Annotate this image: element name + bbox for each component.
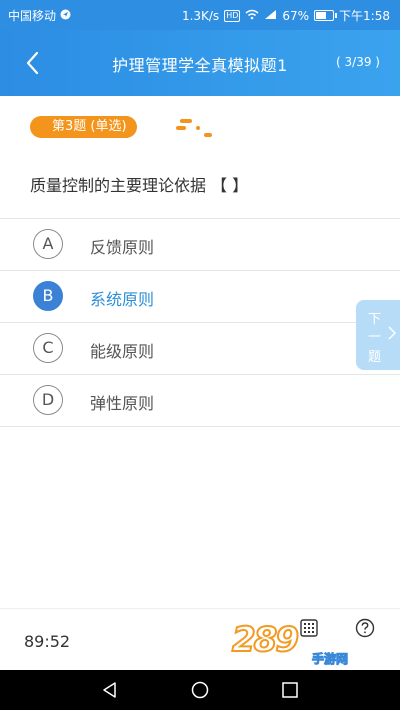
nav-back-icon[interactable] (100, 680, 120, 700)
status-right: 1.3K/s HD 67% 下午1:58 (182, 7, 390, 24)
question-type-tag: 第3题 (单选) (30, 116, 212, 138)
option-a[interactable]: A 反馈原则 (0, 219, 400, 271)
option-text: 能级原则 (90, 342, 155, 361)
signal-icon (264, 9, 277, 23)
next-tab-label: 题 (368, 350, 382, 365)
option-letter: A (33, 229, 63, 259)
next-tab-label: 一 (368, 330, 382, 345)
battery-icon (314, 10, 338, 21)
options-list: A 反馈原则 B 系统原则 C 能级原则 D 弹性原则 (0, 218, 400, 427)
nav-recents-icon[interactable] (280, 680, 300, 700)
option-b[interactable]: B 系统原则 (0, 271, 400, 323)
watermark-number: 289 (231, 619, 300, 661)
network-speed: 1.3K/s (181, 8, 220, 23)
option-c[interactable]: C 能级原则 (0, 323, 400, 375)
location-icon (60, 9, 71, 23)
countdown-timer: 89:52 (24, 632, 71, 651)
tag-decoration (196, 126, 200, 130)
nav-home-icon[interactable] (190, 680, 210, 700)
status-bar: 中国移动 1.3K/s HD 67% 下午1:58 (0, 0, 400, 30)
tag-decoration (180, 119, 192, 123)
system-nav-bar (0, 670, 400, 710)
tag-decoration (176, 126, 186, 130)
option-letter: D (33, 385, 63, 415)
question-text: 质量控制的主要理论依据 【 】 (30, 176, 249, 195)
hd-badge: HD (224, 9, 241, 22)
watermark-text: 手游网 (311, 652, 349, 667)
chevron-right-icon (388, 326, 397, 344)
battery-percent: 67% (282, 8, 310, 23)
wifi-icon (245, 9, 259, 23)
app-header: 护理管理学全真模拟题1 ( 3/39 ) (0, 30, 400, 96)
question-counter: ( 3/39 ) (336, 55, 380, 69)
option-text: 反馈原则 (90, 238, 155, 257)
option-d[interactable]: D 弹性原则 (0, 375, 400, 427)
clock: 下午1:58 (339, 9, 390, 23)
tag-decoration (204, 133, 212, 137)
watermark-logo: 289 手游网 (231, 619, 382, 670)
next-tab-label: 下 (368, 312, 382, 327)
next-question-button[interactable]: 下 一 题 (356, 300, 400, 370)
option-text: 弹性原则 (90, 394, 155, 413)
option-text: 系统原则 (90, 290, 155, 309)
option-letter: C (33, 333, 63, 363)
carrier-label: 中国移动 (8, 9, 57, 23)
status-left: 中国移动 (8, 7, 71, 24)
option-letter: B (33, 281, 63, 311)
question-number-label: 第3题 (单选) (30, 116, 137, 138)
